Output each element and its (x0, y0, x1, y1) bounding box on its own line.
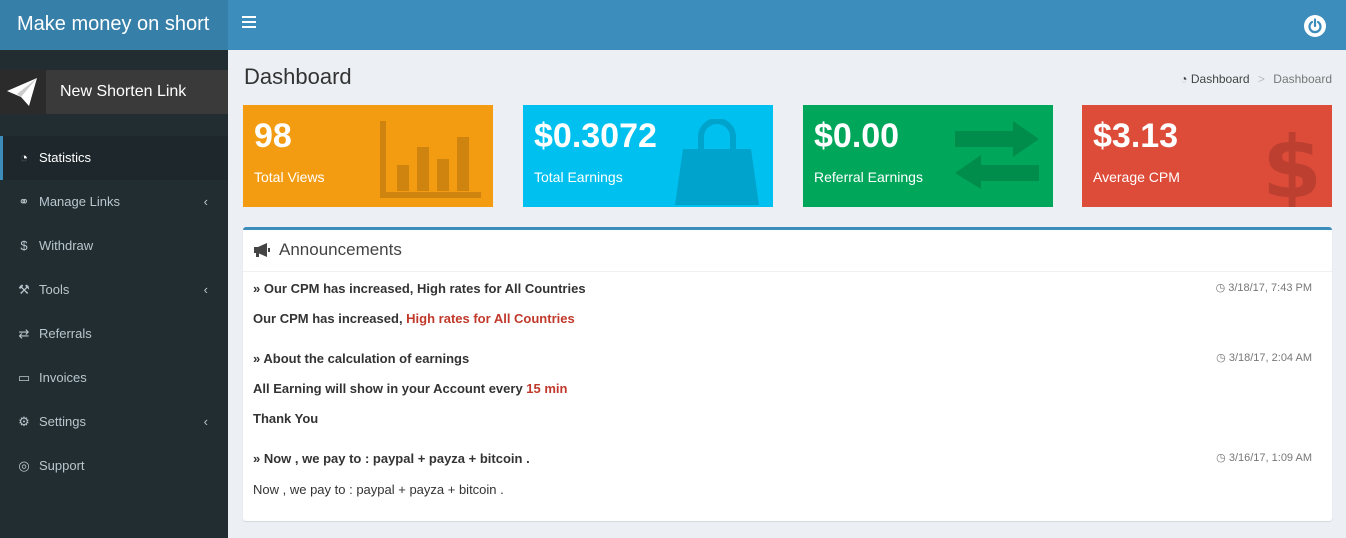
dollar-icon: $ (20, 238, 28, 253)
exchange-icon: ⇄ (18, 326, 30, 341)
sidebar-item-referrals[interactable]: ⇄ Referrals (0, 312, 228, 356)
top-navbar (228, 0, 1346, 50)
dashboard-icon: ◔ (20, 150, 28, 165)
breadcrumb-link-dashboard[interactable]: Dashboard (1191, 72, 1250, 86)
sidebar-item-support[interactable]: ◎ Support (0, 444, 228, 488)
stat-box-total-views: 98 Total Views (243, 105, 493, 207)
announcements-header: Announcements (243, 230, 1332, 272)
sidebar-item-label: Tools (39, 282, 70, 297)
sidebar-item-label: Settings (39, 414, 86, 429)
stat-value: 98 (254, 117, 292, 155)
exchange-icon (955, 121, 1039, 189)
logout-icon[interactable] (1304, 15, 1326, 37)
sidebar-item-label: Statistics (39, 150, 92, 165)
stat-label: Average CPM (1093, 169, 1180, 185)
sidebar-menu: ◔ Statistics ⚭ Manage Links ‹ $ Withdraw… (0, 136, 228, 488)
breadcrumb-separator: > (1257, 72, 1265, 86)
brand-logo[interactable]: Make money on short (0, 0, 228, 50)
sidebar-item-withdraw[interactable]: $ Withdraw (0, 224, 228, 268)
announcement-time: ◷ 3/18/17, 2:04 AM (1216, 352, 1312, 364)
stat-box-referral-earnings: $0.00 Referral Earnings (803, 105, 1053, 207)
sidebar-item-tools[interactable]: ⚒ Tools ‹ (0, 268, 228, 312)
sidebar-item-label: Referrals (39, 326, 92, 341)
breadcrumb: ◔ Dashboard > Dashboard (1180, 72, 1332, 86)
wrench-icon: ⚒ (18, 282, 30, 297)
sidebar-item-label: Invoices (39, 370, 87, 385)
announcement-heading: » About the calculation of earnings (253, 351, 470, 366)
announcement-body: Now , we pay to : paypal + payza + bitco… (253, 482, 504, 497)
credit-card-icon: ▭ (17, 370, 31, 385)
announcement-heading: » Our CPM has increased, High rates for … (253, 281, 586, 296)
life-ring-icon: ◎ (18, 458, 30, 473)
paper-plane-icon (0, 70, 46, 114)
chevron-left-icon: ‹ (203, 414, 208, 429)
sidebar-item-invoices[interactable]: ▭ Invoices (0, 356, 228, 400)
stat-box-total-earnings: $0.3072 Total Earnings (523, 105, 773, 207)
sidebar-item-label: Support (39, 458, 85, 473)
dollar-icon: $ (1262, 119, 1322, 207)
announcement-body-extra: Thank You (253, 411, 319, 426)
dashboard-icon: ◔ (1180, 72, 1188, 86)
sidebar-item-label: Manage Links (39, 194, 120, 209)
sidebar-toggle-icon[interactable] (242, 16, 256, 30)
stat-value: $3.13 (1093, 117, 1179, 155)
sidebar-item-settings[interactable]: ⚙ Settings ‹ (0, 400, 228, 444)
announcement-time: ◷ 3/18/17, 7:43 PM (1215, 282, 1312, 294)
breadcrumb-current: Dashboard (1273, 72, 1332, 86)
sidebar-item-manage-links[interactable]: ⚭ Manage Links ‹ (0, 180, 228, 224)
stat-label: Total Earnings (534, 169, 623, 185)
announcements-title: Announcements (279, 240, 402, 259)
gears-icon: ⚙ (18, 414, 30, 429)
link-icon: ⚭ (18, 194, 30, 209)
announcement-body: All Earning will show in your Account ev… (253, 381, 568, 396)
stat-value: $0.3072 (534, 117, 657, 155)
sidebar: New Shorten Link ◔ Statistics ⚭ Manage L… (0, 50, 228, 538)
new-shorten-link-label: New Shorten Link (60, 83, 187, 100)
svg-text:$: $ (1262, 119, 1322, 207)
chevron-left-icon: ‹ (203, 282, 208, 297)
bullhorn-icon (254, 243, 270, 257)
announcement-time: ◷ 3/16/17, 1:09 AM (1216, 452, 1312, 464)
announcement-body: Our CPM has increased, High rates for Al… (253, 311, 575, 326)
shopping-bag-icon (675, 119, 759, 205)
sidebar-item-statistics[interactable]: ◔ Statistics (0, 136, 228, 180)
stat-box-average-cpm: $3.13 Average CPM $ (1082, 105, 1332, 207)
bar-chart-icon (380, 121, 481, 198)
chevron-left-icon: ‹ (203, 194, 208, 209)
stat-label: Total Views (254, 169, 325, 185)
announcement-heading: » Now , we pay to : paypal + payza + bit… (253, 451, 530, 466)
page-title: Dashboard (244, 64, 352, 89)
sidebar-item-label: Withdraw (39, 238, 94, 253)
stat-value: $0.00 (814, 117, 900, 155)
announcements-panel: Announcements » Our CPM has increased, H… (243, 227, 1332, 521)
new-shorten-link-button[interactable]: New Shorten Link (0, 70, 228, 114)
stat-label: Referral Earnings (814, 169, 923, 185)
